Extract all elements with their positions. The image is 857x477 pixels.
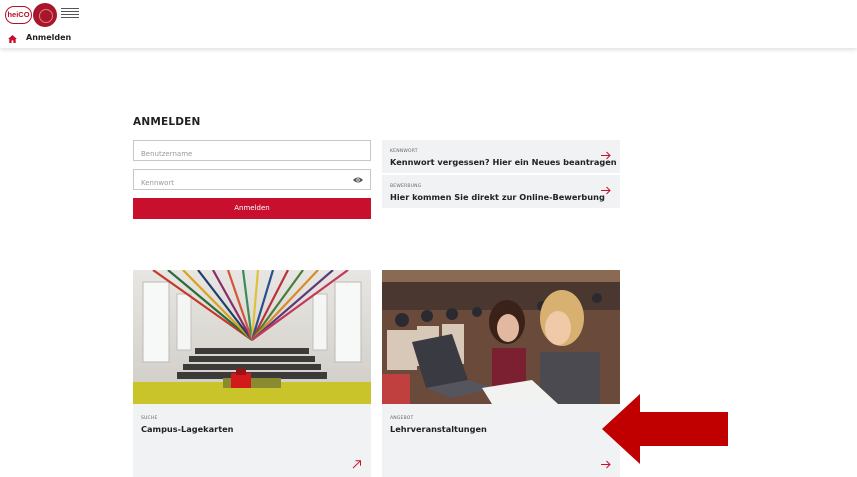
tile-kicker: ANGEBOT: [390, 416, 414, 421]
university-wordmark-logo[interactable]: [61, 8, 79, 20]
card-title: Kennwort vergessen? Hier ein Neues beant…: [390, 157, 617, 167]
tile-title: Campus-Lagekarten: [141, 424, 234, 434]
students-image: [382, 270, 620, 404]
tile-kicker: SUCHE: [141, 416, 158, 421]
arrow-right-icon: [601, 186, 611, 195]
arrow-up-right-icon: [352, 460, 361, 469]
password-input[interactable]: [134, 173, 370, 193]
home-icon[interactable]: [8, 35, 17, 43]
password-field-wrapper: [133, 169, 371, 193]
campus-maps-tile[interactable]: SUCHE Campus-Lagekarten: [133, 270, 371, 477]
lecture-hall-image: [133, 270, 371, 404]
forgot-password-card[interactable]: KENNWORT Kennwort vergessen? Hier ein Ne…: [382, 140, 620, 173]
tile-title: Lehrveranstaltungen: [390, 424, 487, 434]
heico-logo[interactable]: heiCO: [5, 6, 32, 24]
top-header: heiCO Anmelden: [0, 0, 857, 48]
username-input[interactable]: [134, 144, 370, 164]
card-kicker: BEWERBUNG: [390, 184, 422, 189]
annotation-arrow-icon: [602, 394, 728, 464]
card-kicker: KENNWORT: [390, 149, 418, 154]
username-field-wrapper: [133, 140, 371, 164]
eye-icon[interactable]: [353, 176, 363, 184]
courses-tile[interactable]: ANGEBOT Lehrveranstaltungen: [382, 270, 620, 477]
login-submit-button[interactable]: Anmelden: [133, 198, 371, 219]
university-seal-logo[interactable]: [33, 3, 57, 27]
card-title: Hier kommen Sie direkt zur Online-Bewerb…: [390, 192, 605, 202]
arrow-right-icon: [601, 151, 611, 160]
online-application-card[interactable]: BEWERBUNG Hier kommen Sie direkt zur Onl…: [382, 175, 620, 208]
breadcrumb-anmelden[interactable]: Anmelden: [26, 33, 71, 42]
login-title: ANMELDEN: [133, 116, 201, 128]
